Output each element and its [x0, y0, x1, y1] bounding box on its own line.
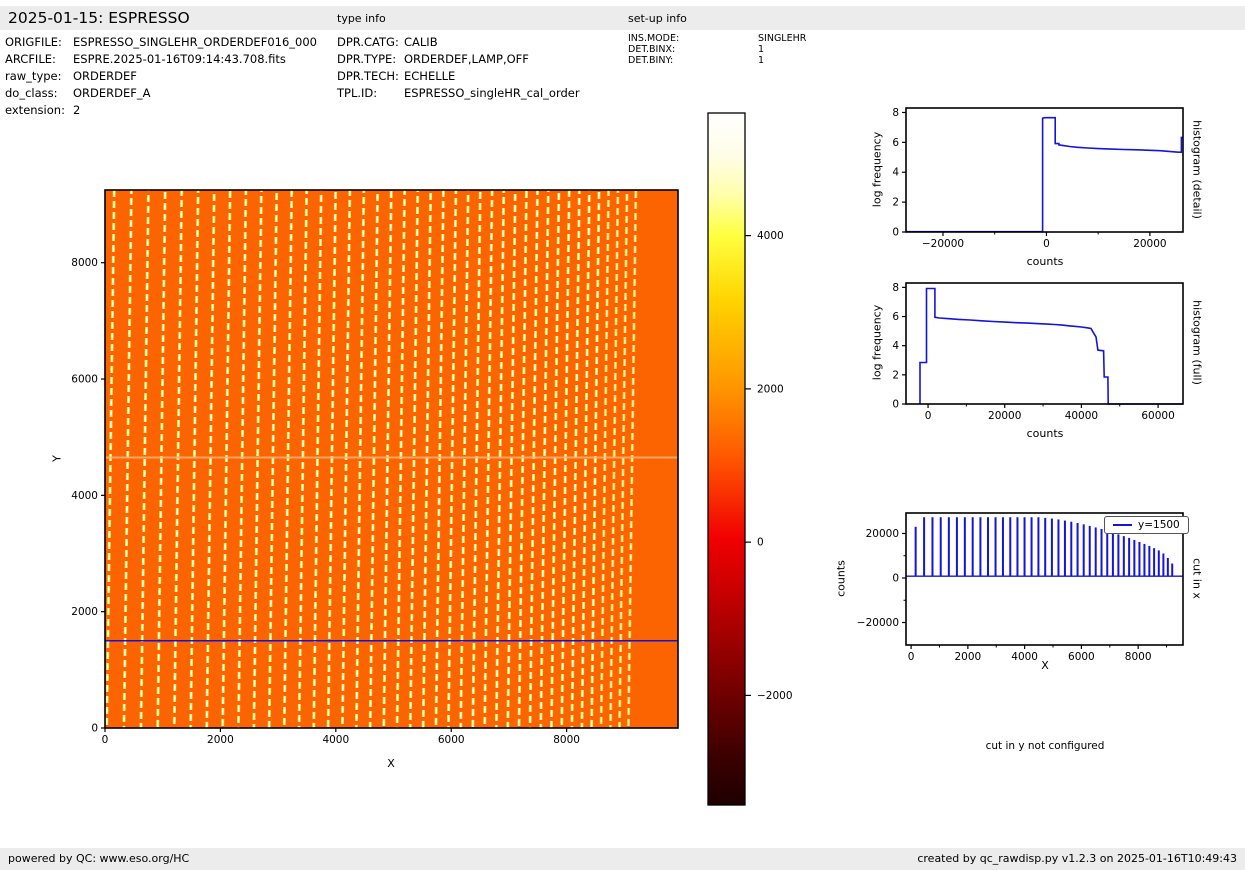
qc-report-page: 2025-01-15: ESPRESSO type info set-up in…: [0, 0, 1245, 870]
svg-text:0: 0: [908, 651, 915, 663]
svg-text:2000: 2000: [955, 651, 982, 663]
svg-text:0: 0: [1043, 238, 1050, 250]
svg-text:2000: 2000: [71, 606, 98, 618]
svg-text:−20000: −20000: [922, 238, 964, 250]
histogram-full-plot: 0 20000 40000 60000 0 2 4 6 8: [892, 282, 1184, 422]
svg-text:4000: 4000: [71, 490, 98, 502]
histogram-detail-plot: −20000 0 20000 0 2 4 6 8: [892, 107, 1184, 250]
svg-text:4000: 4000: [322, 734, 349, 746]
legend-label: y=1500: [1138, 519, 1180, 531]
svg-text:4: 4: [892, 340, 899, 352]
svg-text:8000: 8000: [71, 257, 98, 269]
svg-text:8: 8: [892, 107, 899, 119]
hist-full-xaxis-label: counts: [1026, 427, 1064, 440]
svg-text:6000: 6000: [71, 374, 98, 386]
svg-text:4: 4: [892, 167, 899, 179]
svg-text:20000: 20000: [866, 528, 899, 540]
svg-text:0: 0: [91, 723, 98, 735]
raw-yaxis-label: Y: [50, 455, 64, 462]
svg-text:4000: 4000: [757, 230, 784, 242]
svg-text:2: 2: [892, 369, 899, 381]
cut-in-x-yaxis-label: counts: [834, 560, 848, 597]
hist-full-right-label: histogram (full): [1190, 300, 1204, 385]
svg-text:0: 0: [925, 410, 932, 422]
cut-in-x-legend: y=1500: [1104, 516, 1189, 534]
colorbar: 4000 2000 0 −2000: [707, 112, 793, 806]
legend-line-sample: [1113, 524, 1132, 526]
hist-detail-xaxis-label: counts: [1026, 255, 1064, 268]
svg-text:0: 0: [892, 399, 899, 411]
raw-image-plot: 0 2000 4000 6000 8000 0 2000 4000 6000 8000: [71, 189, 679, 746]
hist-detail-yaxis-label: log frequency: [870, 131, 884, 208]
footer-left: powered by QC: www.eso.org/HC: [8, 852, 190, 865]
svg-text:−20000: −20000: [857, 617, 899, 629]
raw-xaxis-label: X: [387, 757, 395, 770]
svg-text:0: 0: [102, 734, 109, 746]
cut-in-x-plot: 0 2000 4000 6000 8000200000−20000: [857, 512, 1184, 663]
cut-in-x-right-label: cut in x: [1190, 558, 1204, 599]
svg-text:2000: 2000: [757, 383, 784, 395]
cut-in-x-xaxis-label: X: [1041, 659, 1049, 672]
svg-text:2000: 2000: [207, 734, 234, 746]
svg-text:20000: 20000: [1133, 238, 1166, 250]
svg-text:6: 6: [892, 137, 899, 149]
svg-text:2: 2: [892, 197, 899, 209]
cut-in-y-message: cut in y not configured: [985, 740, 1105, 752]
svg-text:8: 8: [892, 282, 899, 294]
svg-text:0: 0: [892, 227, 899, 239]
svg-text:6: 6: [892, 311, 899, 323]
svg-text:40000: 40000: [1065, 410, 1098, 422]
svg-text:0: 0: [757, 537, 764, 549]
svg-text:0: 0: [892, 572, 899, 584]
footer-right: created by qc_rawdisp.py v1.2.3 on 2025-…: [917, 852, 1237, 865]
svg-text:8000: 8000: [553, 734, 580, 746]
hist-full-yaxis-label: log frequency: [870, 304, 884, 381]
svg-text:−2000: −2000: [757, 690, 793, 702]
svg-text:60000: 60000: [1141, 410, 1174, 422]
hist-detail-right-label: histogram (detail): [1190, 120, 1204, 219]
svg-text:6000: 6000: [438, 734, 465, 746]
svg-text:20000: 20000: [988, 410, 1021, 422]
svg-text:8000: 8000: [1125, 651, 1152, 663]
